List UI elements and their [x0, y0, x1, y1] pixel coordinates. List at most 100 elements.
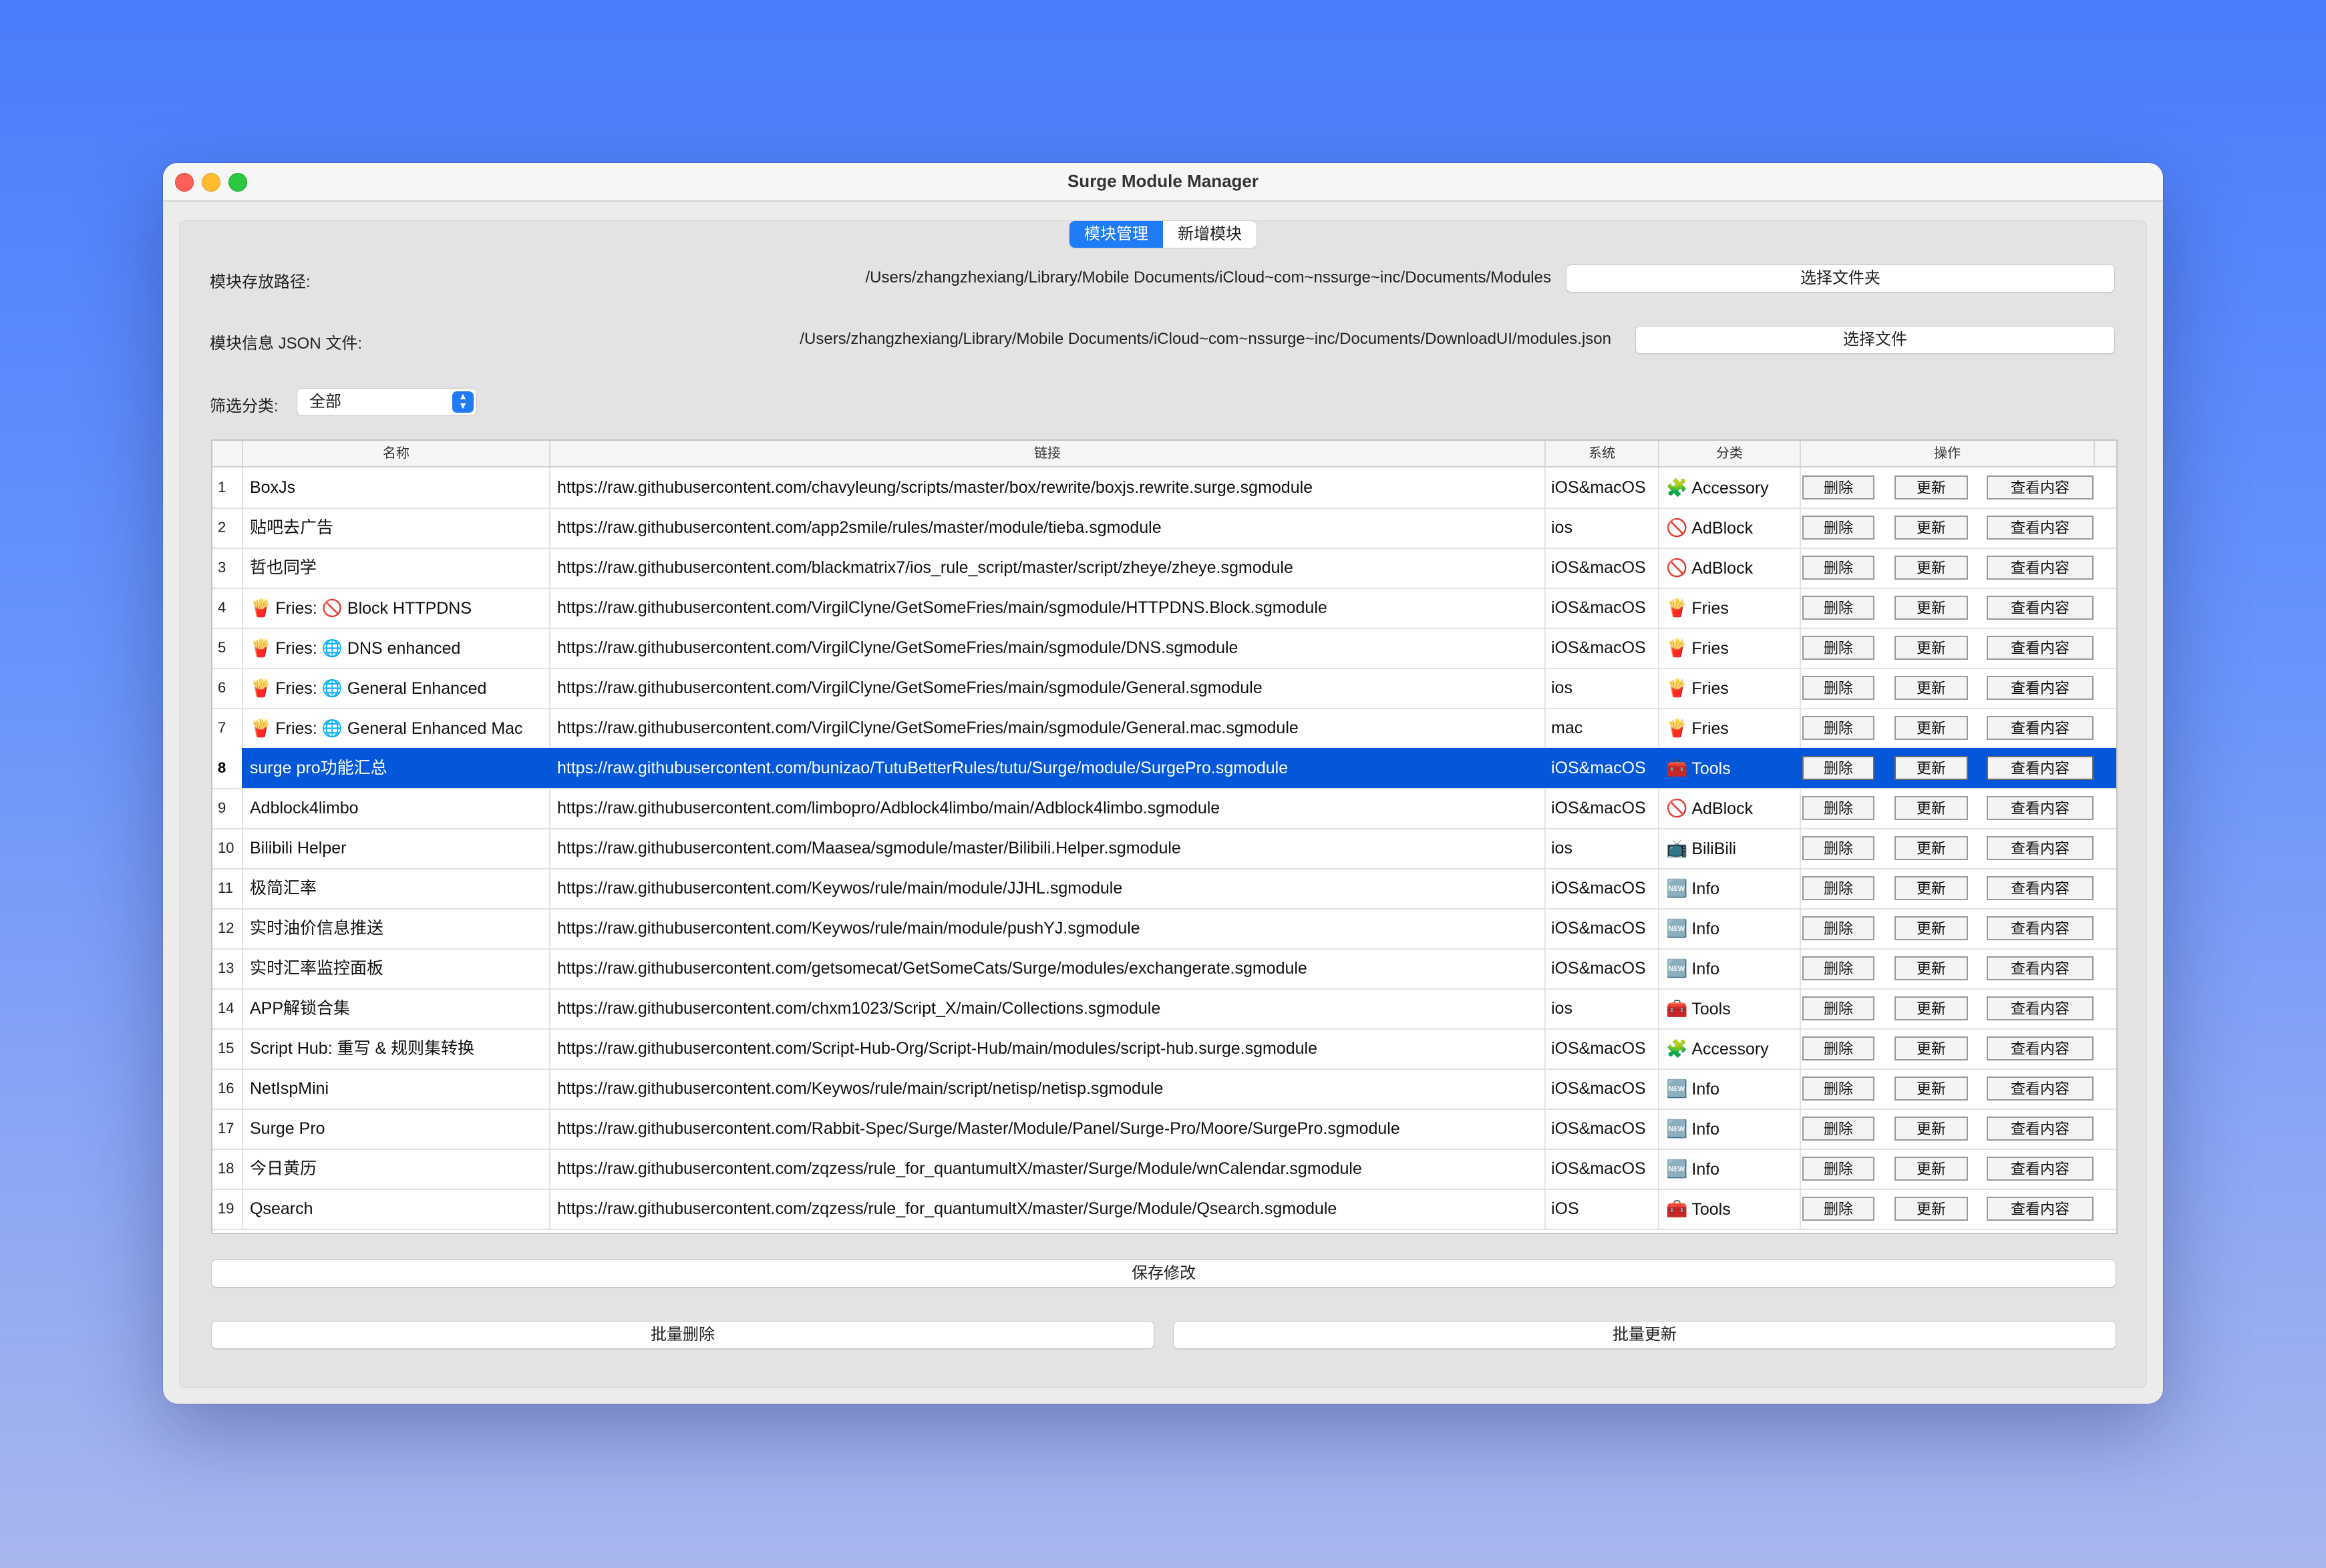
- batch-update-button[interactable]: 批量更新: [1173, 1321, 2116, 1349]
- cell-category[interactable]: 📺 BiliBili: [1659, 828, 1801, 868]
- cell-name[interactable]: Adblock4limbo: [243, 788, 550, 828]
- view-content-button[interactable]: 查看内容: [1987, 956, 2094, 980]
- cell-system[interactable]: mac: [1546, 708, 1659, 748]
- cell-system[interactable]: iOS&macOS: [1546, 868, 1659, 908]
- cell-url[interactable]: https://raw.githubusercontent.com/Keywos…: [550, 908, 1546, 948]
- view-content-button[interactable]: 查看内容: [1987, 876, 2094, 900]
- cell-system[interactable]: iOS&macOS: [1546, 908, 1659, 948]
- cell-category[interactable]: 🆕 Info: [1659, 908, 1801, 948]
- cell-name[interactable]: Script Hub: 重写 & 规则集转换: [243, 1028, 550, 1068]
- update-row-button[interactable]: 更新: [1894, 1076, 1968, 1101]
- table-row[interactable]: 4 🍟 Fries: 🚫 Block HTTPDNS https://raw.gith…: [212, 588, 2116, 629]
- update-row-button[interactable]: 更新: [1894, 1117, 1968, 1141]
- delete-row-button[interactable]: 删除: [1802, 1036, 1874, 1060]
- table-row[interactable]: 16 NetIspMini https://raw.githubuserconten…: [212, 1068, 2116, 1110]
- table-row[interactable]: 12 实时油价信息推送 https://raw.githubusercontent.…: [212, 908, 2116, 950]
- cell-url[interactable]: https://raw.githubusercontent.com/Keywos…: [550, 1068, 1546, 1109]
- cell-name[interactable]: APP解锁合集: [243, 988, 550, 1028]
- header-name[interactable]: 名称: [243, 441, 550, 466]
- cell-url[interactable]: https://raw.githubusercontent.com/Virgil…: [550, 588, 1546, 628]
- cell-system[interactable]: ios: [1546, 668, 1659, 708]
- table-row[interactable]: 15 Script Hub: 重写 & 规则集转换 https://raw.gith…: [212, 1028, 2116, 1070]
- update-row-button[interactable]: 更新: [1894, 1036, 1968, 1060]
- cell-category[interactable]: 🧰 Tools: [1659, 1189, 1801, 1229]
- view-content-button[interactable]: 查看内容: [1987, 716, 2094, 740]
- cell-system[interactable]: iOS&macOS: [1546, 1109, 1659, 1149]
- cell-name[interactable]: NetIspMini: [243, 1068, 550, 1109]
- cell-name[interactable]: 今日黄历: [243, 1149, 550, 1189]
- cell-name[interactable]: 实时油价信息推送: [243, 908, 550, 948]
- delete-row-button[interactable]: 删除: [1802, 475, 1874, 500]
- cell-url[interactable]: https://raw.githubusercontent.com/zqzess…: [550, 1149, 1546, 1189]
- view-content-button[interactable]: 查看内容: [1987, 756, 2094, 780]
- cell-url[interactable]: https://raw.githubusercontent.com/chavyl…: [550, 467, 1546, 508]
- cell-url[interactable]: https://raw.githubusercontent.com/Rabbit…: [550, 1109, 1546, 1149]
- table-row[interactable]: 2 贴吧去广告 https://raw.githubusercontent.com/…: [212, 508, 2116, 549]
- cell-category[interactable]: 🍟 Fries: [1659, 668, 1801, 708]
- view-content-button[interactable]: 查看内容: [1987, 836, 2094, 860]
- table-row[interactable]: 11 极简汇率 https://raw.githubusercontent.com/…: [212, 868, 2116, 910]
- update-row-button[interactable]: 更新: [1894, 1197, 1968, 1221]
- cell-category[interactable]: 🚫 AdBlock: [1659, 508, 1801, 548]
- delete-row-button[interactable]: 删除: [1802, 676, 1874, 700]
- table-row[interactable]: 9 Adblock4limbo https://raw.githubusercont…: [212, 788, 2116, 829]
- header-actions[interactable]: 操作: [1801, 441, 2095, 466]
- cell-category[interactable]: 🧰 Tools: [1659, 748, 1801, 788]
- cell-category[interactable]: 🆕 Info: [1659, 948, 1801, 988]
- cell-category[interactable]: 🆕 Info: [1659, 1109, 1801, 1149]
- cell-url[interactable]: https://raw.githubusercontent.com/Maasea…: [550, 828, 1546, 868]
- cell-category[interactable]: 🚫 AdBlock: [1659, 788, 1801, 828]
- batch-delete-button[interactable]: 批量删除: [211, 1321, 1154, 1349]
- table-row[interactable]: 5 🍟 Fries: 🌐 DNS enhanced https://raw.githu…: [212, 628, 2116, 669]
- view-content-button[interactable]: 查看内容: [1987, 1036, 2094, 1060]
- view-content-button[interactable]: 查看内容: [1987, 796, 2094, 820]
- cell-category[interactable]: 🍟 Fries: [1659, 628, 1801, 668]
- table-row[interactable]: 1 BoxJs https://raw.githubusercontent.com/…: [212, 467, 2116, 509]
- cell-url[interactable]: https://raw.githubusercontent.com/blackm…: [550, 548, 1546, 588]
- cell-system[interactable]: iOS&macOS: [1546, 748, 1659, 788]
- cell-system[interactable]: ios: [1546, 828, 1659, 868]
- cell-name[interactable]: 🍟 Fries: 🌐 General Enhanced: [243, 668, 550, 708]
- delete-row-button[interactable]: 删除: [1802, 796, 1874, 820]
- update-row-button[interactable]: 更新: [1894, 756, 1968, 780]
- update-row-button[interactable]: 更新: [1894, 916, 1968, 940]
- delete-row-button[interactable]: 删除: [1802, 916, 1874, 940]
- delete-row-button[interactable]: 删除: [1802, 716, 1874, 740]
- cell-system[interactable]: iOS: [1546, 1189, 1659, 1229]
- delete-row-button[interactable]: 删除: [1802, 836, 1874, 860]
- update-row-button[interactable]: 更新: [1894, 1157, 1968, 1181]
- cell-name[interactable]: 实时汇率监控面板: [243, 948, 550, 988]
- cell-name[interactable]: 极简汇率: [243, 868, 550, 908]
- cell-system[interactable]: iOS&macOS: [1546, 628, 1659, 668]
- choose-file-button[interactable]: 选择文件: [1635, 326, 2115, 354]
- table-row[interactable]: 8 surge pro功能汇总 https://raw.githubusercont…: [212, 748, 2116, 789]
- update-row-button[interactable]: 更新: [1894, 636, 1968, 660]
- cell-system[interactable]: iOS&macOS: [1546, 948, 1659, 988]
- view-content-button[interactable]: 查看内容: [1987, 1076, 2094, 1101]
- view-content-button[interactable]: 查看内容: [1987, 636, 2094, 660]
- view-content-button[interactable]: 查看内容: [1987, 1197, 2094, 1221]
- update-row-button[interactable]: 更新: [1894, 836, 1968, 860]
- table-row[interactable]: 3 哲也同学 https://raw.githubusercontent.com/b…: [212, 548, 2116, 589]
- table-row[interactable]: 14 APP解锁合集 https://raw.githubusercontent.c…: [212, 988, 2116, 1030]
- cell-name[interactable]: 🍟 Fries: 🌐 DNS enhanced: [243, 628, 550, 668]
- view-content-button[interactable]: 查看内容: [1987, 676, 2094, 700]
- cell-url[interactable]: https://raw.githubusercontent.com/Script…: [550, 1028, 1546, 1068]
- tab-module-manage[interactable]: 模块管理: [1069, 221, 1163, 248]
- cell-system[interactable]: iOS&macOS: [1546, 788, 1659, 828]
- choose-folder-button[interactable]: 选择文件夹: [1566, 264, 2115, 292]
- cell-name[interactable]: 🍟 Fries: 🌐 General Enhanced Mac: [243, 708, 550, 748]
- tab-add-module[interactable]: 新增模块: [1163, 221, 1257, 248]
- view-content-button[interactable]: 查看内容: [1987, 1117, 2094, 1141]
- cell-system[interactable]: iOS&macOS: [1546, 1068, 1659, 1109]
- cell-category[interactable]: 🍟 Fries: [1659, 588, 1801, 628]
- cell-system[interactable]: iOS&macOS: [1546, 467, 1659, 508]
- cell-url[interactable]: https://raw.githubusercontent.com/Virgil…: [550, 668, 1546, 708]
- header-category[interactable]: 分类: [1659, 441, 1801, 466]
- cell-system[interactable]: iOS&macOS: [1546, 1149, 1659, 1189]
- header-system[interactable]: 系统: [1546, 441, 1659, 466]
- view-content-button[interactable]: 查看内容: [1987, 996, 2094, 1020]
- update-row-button[interactable]: 更新: [1894, 475, 1968, 500]
- cell-category[interactable]: 🚫 AdBlock: [1659, 548, 1801, 588]
- table-row[interactable]: 18 今日黄历 https://raw.githubusercontent.com/…: [212, 1149, 2116, 1190]
